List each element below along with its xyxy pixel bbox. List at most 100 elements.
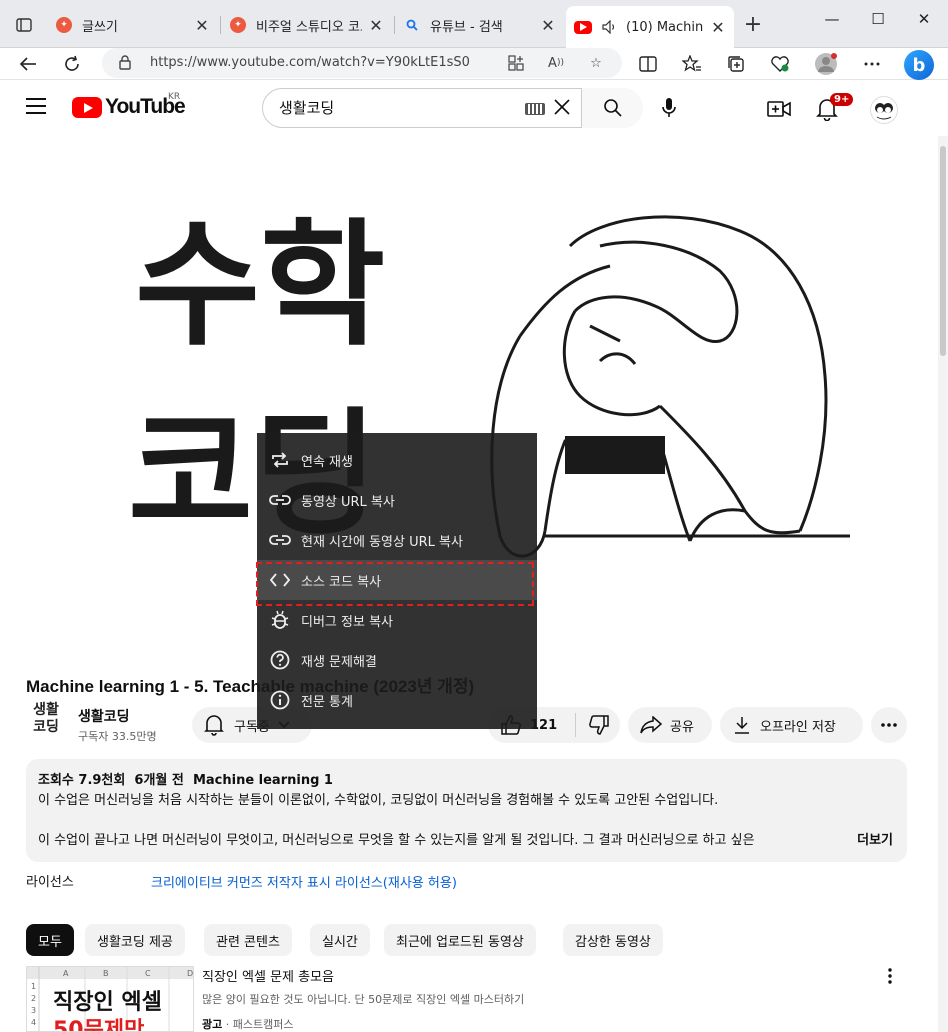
share-label: 공유: [670, 719, 694, 735]
browser-tab-active[interactable]: (10) Machine learning ✕: [566, 6, 734, 48]
maximize-icon[interactable]: ☐: [866, 10, 890, 34]
keyboard-icon[interactable]: [525, 103, 545, 115]
channel-name[interactable]: 생활코딩: [78, 706, 130, 726]
chip-all[interactable]: 모두: [26, 924, 74, 956]
menu-item-copy-url[interactable]: 동영상 URL 복사: [257, 480, 537, 520]
page-scrollbar[interactable]: [938, 136, 948, 1032]
like-divider: [575, 713, 577, 737]
dislike-button[interactable]: [588, 714, 610, 736]
close-icon[interactable]: ✕: [710, 18, 726, 37]
read-aloud-icon[interactable]: A)): [546, 53, 566, 73]
channel-avatar-text: 생활 코딩: [33, 702, 59, 735]
minimize-icon[interactable]: —: [820, 10, 844, 34]
chip-watched[interactable]: 감상한 동영상: [563, 924, 663, 956]
browser-address-bar: https://www.youtube.com/watch?v=Y90kLtE1…: [0, 48, 948, 80]
subscriber-count: 구독자 33.5만명: [78, 730, 157, 743]
scrollbar-thumb[interactable]: [940, 146, 946, 356]
menu-item-copy-embed-code[interactable]: 소스 코드 복사: [256, 560, 537, 606]
show-more-link[interactable]: 더보기: [853, 831, 893, 851]
description-line-1: 이 수업은 머신러닝을 처음 시작하는 분들이 이론없이, 수학없이, 코딩없이…: [38, 793, 719, 808]
lock-icon[interactable]: [118, 54, 132, 74]
close-icon[interactable]: ✕: [368, 16, 384, 35]
browser-tab-3[interactable]: 유튜브 - 검색 ✕: [396, 8, 564, 42]
ad-thumbnail[interactable]: A B C D 1 2 3 4 직장인 엑셀 50문제만: [26, 966, 194, 1032]
app-available-icon[interactable]: [506, 53, 526, 73]
search-icon: [404, 17, 420, 33]
refresh-icon[interactable]: [58, 50, 86, 78]
microphone-icon[interactable]: [658, 96, 680, 124]
ad-description: 많은 양이 필요한 것도 아닙니다. 단 50문제로 직장인 엑셀 마스터하기: [202, 993, 525, 1006]
close-icon[interactable]: ✕: [540, 16, 556, 35]
spreadsheet-thumbnail: A B C D 1 2 3 4 직장인 엑셀 50문제만: [27, 967, 193, 1031]
new-tab-button[interactable]: +: [740, 12, 766, 37]
favorites-icon[interactable]: [678, 50, 706, 78]
youtube-logo[interactable]: YouTube KR: [72, 92, 186, 119]
bug-icon: [269, 609, 291, 631]
window-close-icon[interactable]: ✕: [912, 10, 936, 34]
favorite-star-icon[interactable]: ☆: [586, 53, 606, 73]
svg-text:D: D: [187, 969, 193, 978]
menu-item-copy-debug-info[interactable]: 디버그 정보 복사: [257, 600, 537, 640]
split-screen-icon[interactable]: [634, 50, 662, 78]
account-avatar[interactable]: [870, 96, 898, 124]
profile-avatar-icon[interactable]: [812, 50, 840, 78]
license-link[interactable]: 크리에이티브 커먼즈 저작자 표시 라이선스(재사용 허용): [151, 872, 457, 891]
license-label: 라이선스: [26, 875, 74, 890]
browser-tab-2[interactable]: ✦ 비주얼 스튜디오 코드 ✕: [222, 8, 392, 42]
ad-title[interactable]: 직장인 엑셀 문제 총모음: [202, 966, 334, 985]
ad-more-vertical-icon[interactable]: [888, 968, 892, 989]
character-band: [565, 436, 665, 474]
create-video-icon[interactable]: [766, 96, 792, 122]
speaker-icon[interactable]: [602, 20, 618, 34]
brunch-icon: ✦: [230, 17, 246, 33]
search-button[interactable]: [581, 88, 643, 128]
menu-item-loop[interactable]: 연속 재생: [257, 440, 537, 480]
download-icon: [734, 716, 750, 734]
back-arrow-icon[interactable]: [14, 50, 42, 78]
browser-tab-1[interactable]: ✦ 글쓰기 ✕: [48, 8, 218, 42]
search-input[interactable]: [279, 98, 509, 116]
clear-icon[interactable]: [553, 97, 571, 122]
svg-text:4: 4: [31, 1018, 36, 1027]
chip-from-channel[interactable]: 생활코딩 제공: [85, 924, 185, 956]
tab-title: 유튜브 - 검색: [430, 19, 503, 35]
ad-thumb-text-1: 직장인 엑셀: [53, 990, 162, 1015]
menu-item-copy-url-at-time[interactable]: 현재 시간에 동영상 URL 복사: [257, 520, 537, 560]
info-icon: [269, 689, 291, 711]
browser-tab-bar: ✦ 글쓰기 ✕ ✦ 비주얼 스튜디오 코드 ✕ 유튜브 - 검색 ✕ (10) …: [0, 0, 948, 48]
browser-health-icon[interactable]: [766, 50, 794, 78]
tab-title: (10) Machine learning: [626, 19, 704, 35]
share-arrow-icon: [640, 716, 662, 734]
url-bar[interactable]: https://www.youtube.com/watch?v=Y90kLtE1…: [102, 48, 622, 78]
upload-age: 6개월 전: [134, 773, 184, 788]
chip-recently-uploaded[interactable]: 최근에 업로드된 동영상: [384, 924, 536, 956]
menu-icon[interactable]: [26, 98, 46, 114]
link-icon: [269, 489, 291, 511]
chip-related[interactable]: 관련 콘텐츠: [204, 924, 292, 956]
description-blank-line: [38, 811, 895, 831]
menu-item-stats-for-nerds[interactable]: 전문 통계: [257, 680, 537, 720]
view-count: 조회수 7.9천회: [38, 773, 126, 788]
download-label: 오프라인 저장: [760, 719, 836, 735]
close-icon[interactable]: ✕: [194, 16, 210, 35]
menu-item-troubleshoot[interactable]: 재생 문제해결: [257, 640, 537, 680]
more-actions-button[interactable]: [871, 707, 907, 743]
settings-more-icon[interactable]: [858, 50, 886, 78]
collections-icon[interactable]: [722, 50, 750, 78]
code-icon: [269, 569, 291, 591]
notification-badge: 9+: [830, 93, 854, 106]
chip-live[interactable]: 실시간: [310, 924, 370, 956]
url-text[interactable]: https://www.youtube.com/watch?v=Y90kLtE1…: [150, 55, 470, 70]
ad-source: 광고 · 패스트캠퍼스: [202, 1016, 293, 1032]
download-button[interactable]: 오프라인 저장: [720, 707, 863, 743]
menu-item-label: 전문 통계: [301, 694, 353, 710]
share-button[interactable]: 공유: [628, 707, 712, 743]
menu-item-label: 연속 재생: [301, 454, 353, 470]
channel-avatar[interactable]: 생활 코딩: [26, 702, 66, 742]
bing-copilot-icon[interactable]: b: [904, 50, 934, 80]
tab-actions-icon[interactable]: [10, 12, 38, 38]
description-meta: 조회수 7.9천회 6개월 전 Machine learning 1: [38, 771, 895, 791]
playlist-link[interactable]: Machine learning 1: [193, 773, 333, 788]
menu-item-label: 동영상 URL 복사: [301, 494, 395, 510]
description-box[interactable]: 조회수 7.9천회 6개월 전 Machine learning 1 이 수업은…: [26, 759, 907, 862]
